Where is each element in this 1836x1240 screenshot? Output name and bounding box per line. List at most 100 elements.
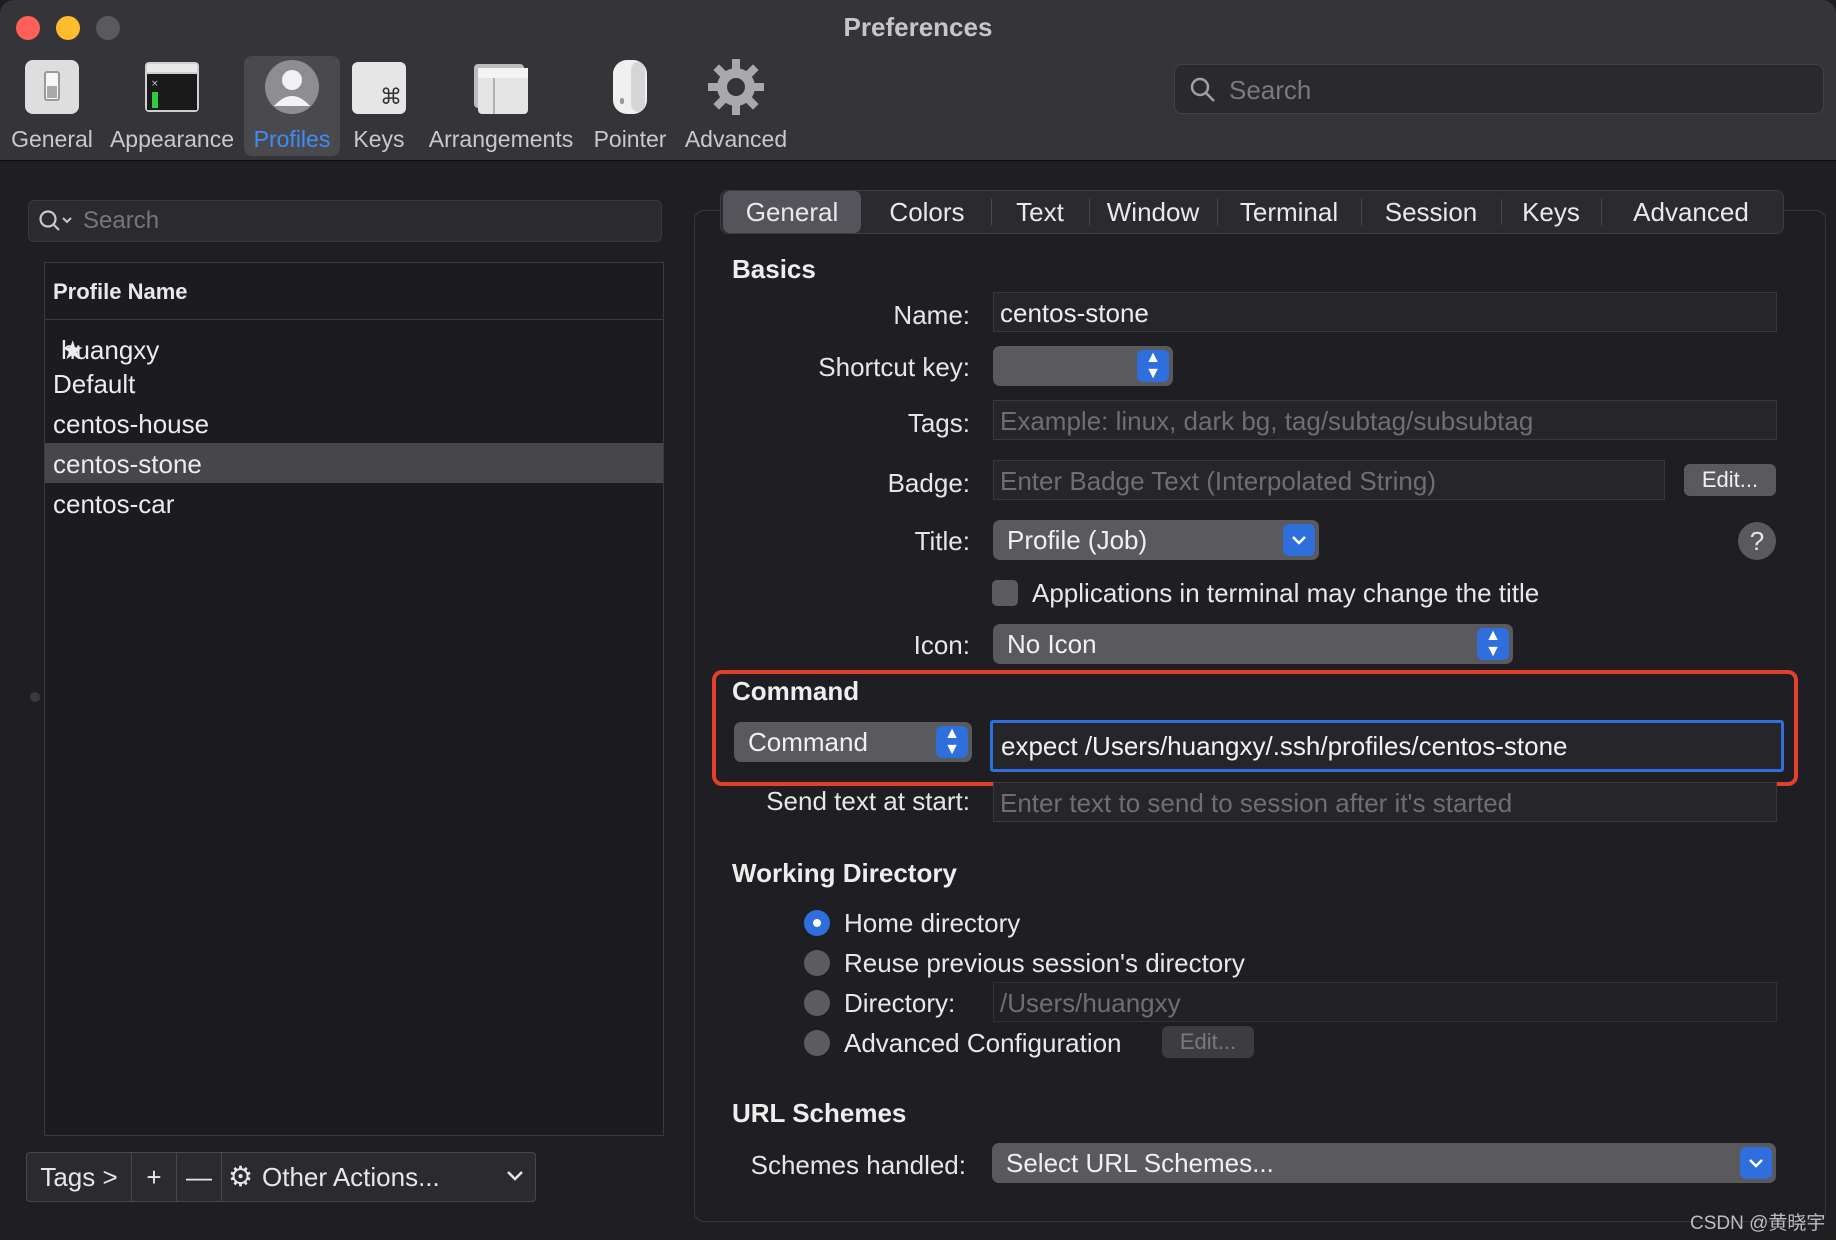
reuse-directory-label: Reuse previous session's directory	[844, 948, 1245, 978]
add-profile-button[interactable]: +	[132, 1153, 177, 1201]
change-title-checkbox[interactable]	[992, 580, 1018, 606]
name-field[interactable]: centos-stone	[993, 292, 1777, 332]
url-schemes-value: Select URL Schemes...	[1006, 1148, 1274, 1178]
search-icon	[1190, 77, 1215, 102]
send-text-field[interactable]: Enter text to send to session after it's…	[993, 782, 1777, 822]
split-divider-handle[interactable]	[30, 692, 40, 702]
send-text-label: Send text at start:	[766, 786, 970, 816]
toolbar-advanced[interactable]: Advanced	[680, 56, 792, 156]
toolbar-profiles[interactable]: Profiles	[244, 56, 340, 156]
toolbar-label: General	[11, 126, 93, 152]
profile-row[interactable]: centos-house	[45, 403, 663, 443]
shortcut-key-label: Shortcut key:	[818, 352, 970, 382]
watermark: CSDN @黄晓宇	[1690, 1213, 1826, 1234]
change-title-label: Applications in terminal may change the …	[1032, 578, 1540, 608]
column-header-label: Profile Name	[53, 279, 188, 304]
title-value: Profile (Job)	[1007, 525, 1148, 555]
profile-name-column-header[interactable]: Profile Name	[45, 263, 663, 320]
toolbar-pointer[interactable]: Pointer	[588, 56, 672, 156]
profile-name: centos-house	[53, 409, 210, 439]
tab-separator	[1601, 199, 1602, 225]
remove-profile-button[interactable]: —	[177, 1153, 222, 1201]
tab-terminal[interactable]: Terminal	[1219, 191, 1359, 233]
toolbar-keys[interactable]: ⌘ Keys	[346, 56, 412, 156]
reuse-directory-radio[interactable]	[804, 950, 830, 976]
schemes-handled-label: Schemes handled:	[750, 1150, 966, 1180]
home-directory-radio[interactable]	[804, 910, 830, 936]
search-placeholder: Search	[1229, 75, 1312, 105]
advanced-configuration-radio[interactable]	[804, 1030, 830, 1056]
toolbar-label: Appearance	[109, 126, 235, 152]
tags-placeholder: Example: linux, dark bg, tag/subtag/subs…	[1000, 406, 1534, 436]
search-placeholder: Search	[83, 207, 160, 234]
profiles-icon	[265, 60, 319, 114]
basics-heading: Basics	[732, 254, 816, 284]
other-actions-menu[interactable]: ⚙ Other Actions...	[222, 1153, 534, 1201]
chevron-down-icon	[1740, 1147, 1772, 1179]
tags-field[interactable]: Example: linux, dark bg, tag/subtag/subs…	[993, 400, 1777, 440]
appearance-icon: ×	[145, 62, 199, 112]
help-button[interactable]: ?	[1738, 522, 1776, 560]
tab-keys[interactable]: Keys	[1503, 191, 1599, 233]
keys-icon: ⌘	[352, 62, 406, 114]
profile-name: huangxy	[61, 335, 160, 365]
title-label: Title:	[914, 526, 970, 556]
profile-list: Profile Name ★ huangxy Default centos-hou…	[44, 262, 664, 1136]
profile-tab-bar: General Colors Text Window Terminal Sess…	[720, 190, 1784, 234]
url-schemes-heading: URL Schemes	[732, 1098, 907, 1128]
preferences-window: Preferences General × Appearance Profile…	[0, 0, 1836, 1240]
svg-text:×: ×	[151, 79, 159, 89]
directory-field[interactable]: /Users/huangxy	[993, 982, 1777, 1022]
window-title: Preferences	[843, 12, 993, 42]
svg-text:⌘: ⌘	[380, 85, 402, 110]
title-popup[interactable]: Profile (Job)	[993, 520, 1319, 560]
profile-row[interactable]: centos-car	[45, 483, 663, 523]
profile-row[interactable]: ★ huangxy	[45, 323, 663, 365]
tags-button[interactable]: Tags >	[27, 1153, 132, 1201]
toolbar-appearance[interactable]: × Appearance	[106, 56, 238, 156]
home-directory-label: Home directory	[844, 908, 1021, 938]
toolbar-general[interactable]: General	[6, 56, 98, 156]
tab-advanced[interactable]: Advanced	[1603, 191, 1779, 233]
icon-label: Icon:	[913, 630, 970, 660]
toolbar-label: Profiles	[253, 126, 331, 152]
icon-popup[interactable]: No Icon ▲ ▼	[993, 624, 1513, 664]
toolbar-arrangements[interactable]: Arrangements	[424, 56, 578, 156]
advanced-configuration-label: Advanced Configuration	[844, 1028, 1122, 1058]
command-type-value: Command	[748, 727, 868, 757]
shortcut-key-popup[interactable]: ▲ ▼	[993, 346, 1173, 386]
badge-placeholder: Enter Badge Text (Interpolated String)	[1000, 466, 1436, 496]
working-directory-heading: Working Directory	[732, 858, 957, 888]
command-heading: Command	[732, 676, 860, 706]
tab-window[interactable]: Window	[1091, 191, 1215, 233]
profile-row[interactable]: Default	[45, 363, 663, 403]
advanced-configuration-edit-button[interactable]: Edit...	[1162, 1026, 1254, 1058]
other-actions-label: Other Actions...	[262, 1162, 440, 1192]
tab-separator	[1217, 199, 1218, 225]
profile-row-selected[interactable]: centos-stone	[45, 443, 663, 483]
advanced-gear-icon	[708, 59, 764, 115]
url-schemes-popup[interactable]: Select URL Schemes...	[992, 1143, 1776, 1183]
search-menu-icon[interactable]	[37, 207, 79, 235]
command-field[interactable]: expect /Users/huangxy/.ssh/profiles/cent…	[990, 720, 1784, 772]
command-value: expect /Users/huangxy/.ssh/profiles/cent…	[1001, 731, 1568, 761]
badge-label: Badge:	[887, 468, 970, 498]
profile-actions-bar: Tags > + — ⚙ Other Actions...	[26, 1152, 536, 1202]
profile-search-field[interactable]: Search	[28, 200, 662, 242]
tab-separator	[1501, 199, 1502, 225]
toolbar-search-field[interactable]: Search	[1174, 64, 1824, 114]
tab-general[interactable]: General	[723, 191, 861, 233]
name-value: centos-stone	[1000, 298, 1149, 328]
tab-session[interactable]: Session	[1363, 191, 1499, 233]
name-label: Name:	[893, 300, 970, 330]
tab-separator	[991, 199, 992, 225]
badge-edit-button[interactable]: Edit...	[1684, 464, 1776, 496]
badge-field[interactable]: Enter Badge Text (Interpolated String)	[993, 460, 1665, 500]
command-type-popup[interactable]: Command ▲ ▼	[734, 722, 972, 762]
directory-label: Directory:	[844, 988, 956, 1018]
send-text-placeholder: Enter text to send to session after it's…	[1000, 788, 1513, 818]
directory-radio[interactable]	[804, 990, 830, 1016]
tab-text[interactable]: Text	[993, 191, 1087, 233]
tab-colors[interactable]: Colors	[865, 191, 989, 233]
profile-name: Default	[53, 369, 136, 399]
